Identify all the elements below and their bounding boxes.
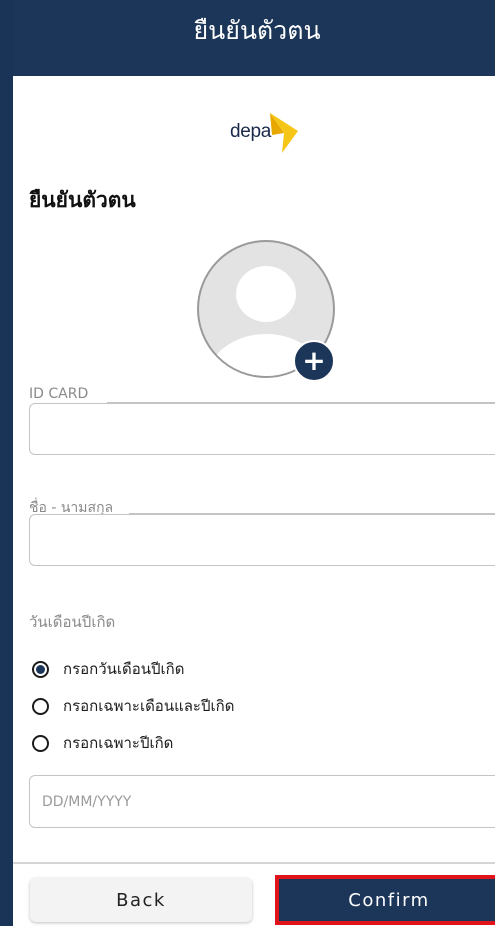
profile-photo[interactable]: + bbox=[197, 240, 335, 382]
logo-arrow-icon bbox=[270, 113, 298, 153]
radio-month-year[interactable]: กรอกเฉพาะเดือนและปีเกิด bbox=[32, 694, 234, 718]
radio-label: กรอกเฉพาะปีเกิด bbox=[63, 734, 174, 752]
radio-unchecked-icon bbox=[32, 734, 49, 752]
footer-divider bbox=[13, 862, 495, 864]
radio-year-only[interactable]: กรอกเฉพาะปีเกิด bbox=[32, 731, 173, 755]
verify-identity-screen: ยืนยันตัวตน depa ยืนยันตัวตน + ID CARD ช… bbox=[13, 0, 495, 926]
id-card-input[interactable] bbox=[29, 403, 495, 455]
radio-label: กรอกเฉพาะเดือนและปีเกิด bbox=[63, 697, 235, 715]
id-card-label: ID CARD bbox=[29, 386, 89, 402]
add-photo-icon[interactable]: + bbox=[293, 340, 335, 382]
logo-text: depa bbox=[230, 121, 272, 142]
birthdate-input[interactable] bbox=[29, 775, 495, 828]
radio-unchecked-icon bbox=[32, 697, 49, 715]
top-header: ยืนยันตัวตน bbox=[13, 0, 495, 76]
header-title: ยืนยันตัวตน bbox=[193, 16, 321, 45]
section-title: ยืนยันตัวตน bbox=[29, 188, 136, 212]
radio-full-date[interactable]: กรอกวันเดือนปีเกิด bbox=[32, 657, 185, 681]
confirm-button[interactable]: Confirm bbox=[275, 875, 495, 925]
window-edge bbox=[0, 0, 13, 926]
full-name-input[interactable] bbox=[29, 514, 495, 566]
depa-logo: depa bbox=[230, 111, 310, 155]
radio-checked-icon bbox=[32, 660, 49, 678]
radio-label: กรอกวันเดือนปีเกิด bbox=[63, 660, 185, 678]
back-button[interactable]: Back bbox=[30, 878, 252, 922]
birthdate-label: วันเดือนปีเกิด bbox=[29, 613, 116, 631]
